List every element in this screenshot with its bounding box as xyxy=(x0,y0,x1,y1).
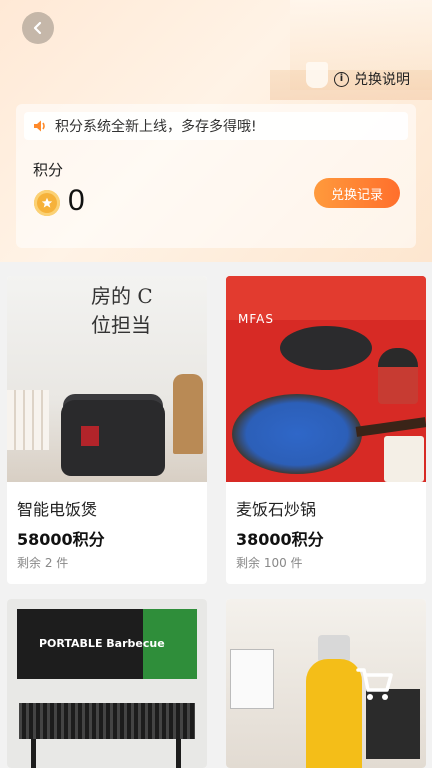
notice-text: 积分系统全新上线，多存多得哦! xyxy=(55,119,257,135)
product-card[interactable]: 房的 C位担当 智能电饭煲 58000积分 剩余 2 件 xyxy=(7,276,207,584)
product-image-text: PORTABLE Barbecue xyxy=(39,637,165,650)
product-image-text: 房的 C位担当 xyxy=(91,284,153,337)
grill-decoration xyxy=(19,703,195,739)
product-price: 38000积分 xyxy=(236,530,324,549)
notice-bar: 积分系统全新上线，多存多得哦! xyxy=(24,112,408,140)
exchange-explanation-label: 兑换说明 xyxy=(354,72,410,88)
product-stock: 剩余 2 件 xyxy=(17,556,69,570)
product-image: 房的 C位担当 xyxy=(7,276,207,482)
shopping-cart-icon xyxy=(356,668,393,700)
product-image-text: MFAS xyxy=(238,312,274,326)
exchange-record-button[interactable]: 兑换记录 xyxy=(314,178,400,208)
gift-bag-decoration xyxy=(230,649,274,709)
rice-cooker-body xyxy=(61,400,165,476)
product-image: PORTABLE Barbecue xyxy=(7,599,207,768)
product-card[interactable]: MFAS 麦饭石炒锅 38000积分 剩余 100 件 xyxy=(226,276,426,584)
product-name: 麦饭石炒锅 xyxy=(236,500,317,519)
points-value: 0 xyxy=(68,184,85,217)
coin-star-icon xyxy=(34,190,60,216)
product-name: 智能电饭煲 xyxy=(17,500,98,519)
back-button[interactable] xyxy=(22,12,54,44)
product-stock: 剩余 100 件 xyxy=(236,556,303,570)
cup-decoration xyxy=(306,62,328,88)
rice-cooker-display xyxy=(81,426,99,446)
plates-decoration xyxy=(7,390,49,450)
wok-decoration xyxy=(280,326,372,370)
sticker-decoration xyxy=(384,436,424,482)
speaker-icon xyxy=(34,120,45,132)
person-decoration xyxy=(378,348,418,404)
info-icon: i xyxy=(334,71,349,87)
wok-decoration xyxy=(232,394,362,474)
grill-legs-decoration xyxy=(31,739,181,768)
points-label: 积分 xyxy=(33,161,64,179)
exchange-explanation-link[interactable]: i 兑换说明 xyxy=(334,68,410,90)
product-card[interactable]: PORTABLE Barbecue xyxy=(7,599,207,768)
product-price: 58000积分 xyxy=(17,530,105,549)
hero-banner: i 兑换说明 积分系统全新上线，多存多得哦! 积分 0 兑换记录 xyxy=(0,0,432,262)
chevron-left-icon xyxy=(33,21,42,35)
cutting-board-decoration xyxy=(173,374,203,454)
cart-button[interactable] xyxy=(349,658,401,710)
product-image: MFAS xyxy=(226,276,426,482)
points-card: 积分系统全新上线，多存多得哦! 积分 0 兑换记录 xyxy=(16,104,416,248)
wok-handle-decoration xyxy=(355,417,426,437)
